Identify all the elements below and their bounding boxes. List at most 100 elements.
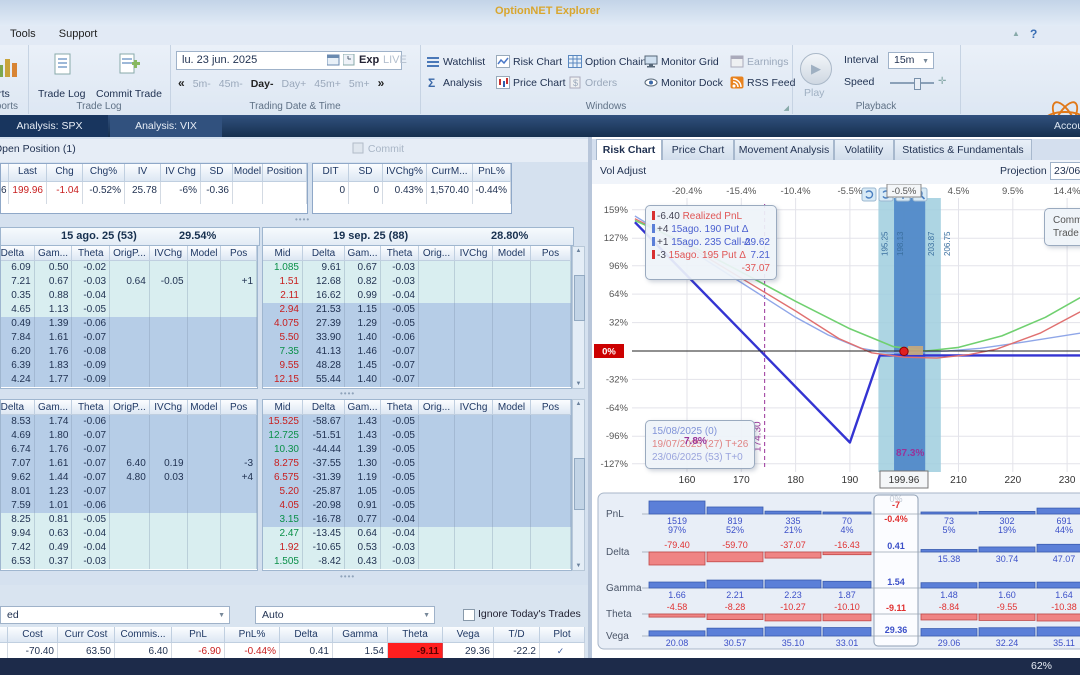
chain-row[interactable]: 12.725 -51.51 1.43 -0.05 [263, 429, 571, 443]
time-step-5m-[interactable]: 5m- [193, 78, 211, 90]
help-icon[interactable]: ? [1030, 27, 1037, 41]
chain-row[interactable]: 15.525 -58.67 1.43 -0.05 [263, 415, 571, 429]
col-header[interactable]: Plot [540, 627, 585, 643]
col-header[interactable]: OrigP... [110, 400, 150, 415]
chain-row[interactable]: 2.47 -13.45 0.64 -0.04 [263, 527, 571, 541]
col-header[interactable] [1, 164, 9, 182]
col-header[interactable]: Pos [531, 400, 571, 415]
col-header[interactable]: Delta [303, 246, 345, 261]
col-header[interactable]: Theta [381, 400, 419, 415]
col-header[interactable]: OrigP... [110, 246, 150, 261]
windows-item-option-chain[interactable]: Option Chain [568, 55, 646, 68]
windows-item-monitor-dock[interactable]: Monitor Dock [644, 76, 723, 89]
col-header[interactable]: Pos [221, 400, 257, 415]
col-header[interactable]: Theta [72, 246, 111, 261]
col-header[interactable]: Model [233, 164, 263, 182]
commit-button[interactable]: Commit [352, 142, 404, 155]
windows-item-watchlist[interactable]: Watchlist [426, 55, 485, 68]
col-header[interactable]: Delta [303, 400, 345, 415]
col-header[interactable]: Theta [381, 246, 419, 261]
chain-row[interactable]: 2.11 16.62 0.99 -0.04 [263, 289, 571, 303]
chain-row[interactable]: 9.94 0.63 -0.04 [1, 527, 257, 541]
splitter-handle[interactable]: •••• [340, 389, 355, 398]
lower-scrollbar[interactable]: ▲ ▼ [572, 399, 585, 571]
chain-row[interactable]: 7.21 0.67 -0.03 0.64 -0.05 +1 [1, 275, 257, 289]
col-header[interactable]: Pos [221, 246, 257, 261]
time-step-Day-[interactable]: Day- [251, 78, 274, 90]
expiration-header-1[interactable]: 15 ago. 25 (53) 29.54% [0, 227, 260, 246]
speed-slider[interactable] [890, 78, 934, 90]
col-header[interactable]: Cost [8, 627, 58, 643]
chain-row[interactable]: 8.275 -37.55 1.30 -0.05 [263, 457, 571, 471]
chain-row[interactable]: 2.94 21.53 1.15 -0.05 [263, 303, 571, 317]
col-header[interactable]: Chg% [83, 164, 125, 182]
tab-volatility[interactable]: Volatility [834, 139, 894, 160]
chain-row[interactable]: 6.09 0.50 -0.02 [1, 261, 257, 275]
scroll-down-icon[interactable]: ▼ [573, 381, 584, 387]
col-header[interactable]: Commis... [115, 627, 172, 643]
chain-row[interactable]: 9.62 1.44 -0.07 4.80 0.03 +4 [1, 471, 257, 485]
chain-row[interactable]: 4.075 27.39 1.29 -0.05 [263, 317, 571, 331]
col-header[interactable]: IV [125, 164, 161, 182]
chain-row[interactable]: 6.575 -31.39 1.19 -0.05 [263, 471, 571, 485]
calendar-icon[interactable] [326, 54, 340, 69]
col-header[interactable] [0, 627, 8, 643]
chain-row[interactable]: 4.24 1.77 -0.09 [1, 373, 257, 387]
col-header[interactable]: IVChg% [383, 164, 427, 182]
col-header[interactable]: Gam... [345, 400, 381, 415]
chain-row[interactable]: 9.55 48.28 1.45 -0.07 [263, 359, 571, 373]
chart-tool-icon[interactable] [861, 187, 877, 202]
chain-row[interactable]: 7.07 1.61 -0.07 6.40 0.19 -3 [1, 457, 257, 471]
col-header[interactable]: Chg [47, 164, 83, 182]
windows-item-rss-feed[interactable]: RSS Feed [730, 76, 795, 89]
col-header[interactable]: Last [9, 164, 47, 182]
col-header[interactable]: Delta [280, 627, 333, 643]
tab-price-chart[interactable]: Price Chart [662, 139, 734, 160]
windows-item-analysis[interactable]: Σ Analysis [426, 76, 482, 90]
time-step-45m-[interactable]: 45m- [219, 78, 243, 90]
chain-row[interactable]: 1.505 -8.42 0.43 -0.03 [263, 555, 571, 569]
reports-button[interactable]: Reports [0, 88, 27, 100]
reports-icon[interactable] [0, 55, 20, 79]
chain-row[interactable]: 1.085 9.61 0.67 -0.03 [263, 261, 571, 275]
col-header[interactable]: Gamma [333, 627, 388, 643]
trading-date-field[interactable]: lu. 23 jun. 2025 Exp LIVE [176, 51, 407, 70]
windows-item-monitor-grid[interactable]: Monitor Grid [644, 55, 719, 68]
expiration-header-2[interactable]: 19 sep. 25 (88) 28.80% [262, 227, 574, 246]
menu-tools[interactable]: Tools [0, 26, 46, 40]
chain-row[interactable]: 1.51 12.68 0.82 -0.03 [263, 275, 571, 289]
windows-item-price-chart[interactable]: Price Chart [496, 76, 566, 89]
upper-scrollbar[interactable]: ▲ ▼ [572, 246, 585, 389]
time-step-5m+[interactable]: 5m+ [349, 78, 370, 90]
chain-row[interactable]: 7.35 41.13 1.46 -0.07 [263, 345, 571, 359]
col-header[interactable]: Delta [1, 400, 35, 415]
chain-row[interactable]: 10.30 -44.44 1.39 -0.05 [263, 443, 571, 457]
col-header[interactable]: Theta [72, 400, 111, 415]
col-header[interactable]: IVChg [149, 246, 188, 261]
chain-row[interactable]: 6.53 0.37 -0.03 [1, 555, 257, 569]
time-step-Day+[interactable]: Day+ [281, 78, 306, 90]
col-header[interactable]: Gam... [34, 246, 73, 261]
col-header[interactable]: Delta [1, 246, 35, 261]
tab-analysis-spx[interactable]: Analysis: SPX [0, 115, 108, 137]
play-button[interactable]: ▶ [800, 53, 832, 85]
col-header[interactable]: Theta [388, 627, 443, 643]
chain-row[interactable]: 8.01 1.23 -0.07 [1, 485, 257, 499]
col-header[interactable]: Pos [531, 246, 571, 261]
col-header[interactable]: CurrM... [427, 164, 473, 182]
col-header[interactable]: DIT [313, 164, 349, 182]
col-header[interactable]: Model [187, 400, 222, 415]
col-header[interactable]: Mid [263, 246, 303, 261]
chain-row[interactable]: 3.15 -16.78 0.77 -0.04 [263, 513, 571, 527]
summary-row[interactable]: 6 199.96 -1.04 -0.52% 25.78 -6% -0.36 [1, 182, 307, 204]
chain-row[interactable]: 5.20 -25.87 1.05 -0.05 [263, 485, 571, 499]
col-header[interactable]: Model [187, 246, 222, 261]
col-header[interactable]: SD [349, 164, 383, 182]
col-header[interactable]: Orig... [419, 246, 455, 261]
chain-row[interactable]: 0.35 0.88 -0.04 [1, 289, 257, 303]
chain-row[interactable]: 0.49 1.39 -0.06 [1, 317, 257, 331]
chain-row[interactable]: 6.74 1.76 -0.07 [1, 443, 257, 457]
commit-trade-button[interactable]: Commit Trade [96, 88, 162, 100]
col-header[interactable]: Vega [443, 627, 494, 643]
col-header[interactable]: Gam... [345, 246, 381, 261]
